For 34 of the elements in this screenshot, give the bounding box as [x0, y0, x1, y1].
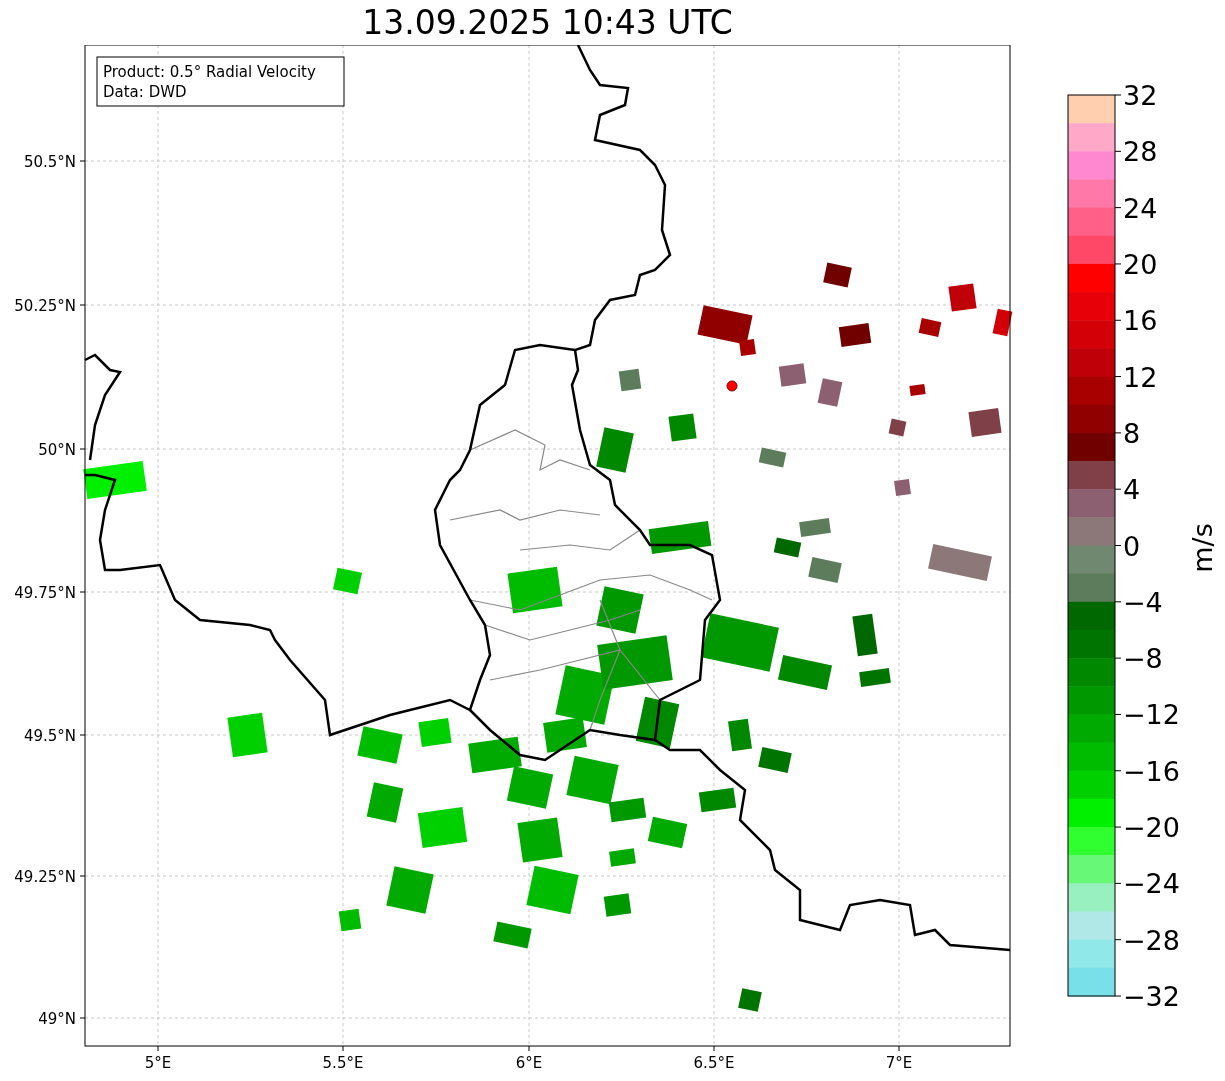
- info-text: Data: DWD: [103, 83, 187, 101]
- colorbar-tick-label: −24: [1123, 868, 1180, 900]
- tick-label: 5.5°E: [322, 1054, 364, 1072]
- tick-label: 7°E: [885, 1054, 913, 1072]
- colorbar-tick-label: 4: [1123, 474, 1141, 506]
- colorbar-tick-label: 20: [1123, 248, 1158, 280]
- colorbar-tick-label: 8: [1123, 417, 1141, 449]
- tick-label: 6°E: [515, 1054, 543, 1072]
- colorbar-tick-label: 0: [1123, 530, 1141, 562]
- colorbar-tick-label: −4: [1123, 586, 1163, 618]
- chart-title: 13.09.2025 10:43 UTC: [362, 3, 733, 42]
- colorbar-tick-label: 28: [1123, 136, 1158, 168]
- tick-label: 50°N: [38, 441, 76, 459]
- colorbar-tick-label: −20: [1123, 812, 1180, 844]
- colorbar-tick-label: 16: [1123, 305, 1158, 337]
- colorbar-tick-label: −8: [1123, 643, 1163, 675]
- tick-label: 5°E: [144, 1054, 172, 1072]
- tick-label: 49.25°N: [14, 868, 76, 886]
- tick-label: 49.75°N: [14, 584, 76, 602]
- tick-label: 50.5°N: [23, 153, 76, 171]
- info-text: Product: 0.5° Radial Velocity: [103, 63, 316, 81]
- colorbar-tick-label: −12: [1123, 699, 1180, 731]
- colorbar-tick-label: −28: [1123, 924, 1180, 956]
- colorbar-tick-label: −32: [1123, 981, 1180, 1012]
- colorbar-label: m/s: [1187, 523, 1218, 573]
- tick-label: 50.25°N: [14, 297, 76, 315]
- radar-site-marker: [726, 380, 738, 392]
- tick-label: 49.5°N: [23, 727, 76, 745]
- colorbar-tick-label: 24: [1123, 192, 1158, 224]
- tick-label: 49°N: [38, 1010, 76, 1028]
- colorbar-tick-label: 12: [1123, 361, 1158, 393]
- tick-label: 6.5°E: [693, 1054, 735, 1072]
- colorbar-tick-label: 32: [1123, 80, 1158, 111]
- colorbar-tick-label: −16: [1123, 755, 1180, 787]
